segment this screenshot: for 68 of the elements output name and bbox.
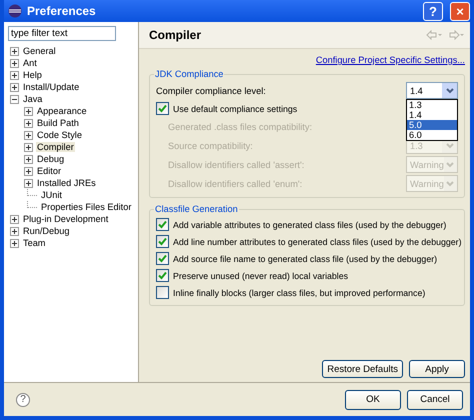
tree-item[interactable]: Help [22, 70, 43, 80]
checkbox[interactable] [156, 102, 169, 115]
tree-item[interactable]: JUnit [40, 190, 63, 200]
expand-icon[interactable] [10, 58, 19, 68]
expand-icon[interactable] [24, 178, 33, 188]
tree-item[interactable]: Run/Debug [22, 226, 70, 236]
apply-button[interactable]: Apply [409, 360, 465, 378]
expand-icon[interactable] [10, 238, 19, 248]
checkbox-label[interactable]: Add line number attributes to generated class files (used by the debugger) [173, 236, 462, 246]
help-button[interactable]: ? [423, 2, 443, 20]
tree-item[interactable]: Debug [36, 154, 66, 164]
field-label: Disallow identifiers called 'enum': [167, 178, 302, 188]
dropdown-option[interactable]: 6.0 [407, 130, 457, 140]
dropdown[interactable]: 1.4 [406, 82, 458, 99]
field-label: Source compatibility: [167, 140, 253, 150]
expand-icon[interactable] [10, 70, 19, 80]
expand-icon[interactable] [24, 106, 33, 116]
dropdown-option[interactable]: 1.4 [407, 110, 457, 120]
field-label: Generated .class files compatibility: [167, 122, 312, 132]
expand-icon[interactable] [10, 214, 19, 224]
expand-icon[interactable] [24, 154, 33, 164]
tree-item[interactable]: Plug-in Development [22, 214, 110, 224]
restore-defaults-button[interactable]: Restore Defaults [322, 360, 403, 378]
checkbox-label[interactable]: Add source file name to generated class file (used by the debugger) [173, 254, 438, 264]
cancel-button[interactable]: Cancel [407, 390, 463, 410]
tree-item[interactable]: Code Style [36, 130, 83, 140]
tree-item[interactable]: Team [22, 238, 46, 248]
tree-item[interactable]: Properties Files Editor [40, 202, 132, 212]
checkbox-label[interactable]: Add variable attributes to generated class files (used by the debugger) [173, 220, 446, 230]
tree-item[interactable]: Build Path [36, 118, 80, 128]
configure-link[interactable]: Configure Project Specific Settings... [316, 55, 465, 65]
close-button[interactable]: × [450, 2, 470, 20]
ok-button[interactable]: OK [345, 390, 401, 410]
filter-field[interactable]: type filter text [8, 26, 116, 41]
app-icon [8, 4, 22, 18]
checkbox[interactable] [156, 286, 169, 299]
expand-icon[interactable] [10, 46, 19, 56]
expand-icon[interactable] [24, 130, 33, 140]
checkbox-label[interactable]: Inline finally blocks (larger class files, but improved performance) [173, 288, 426, 298]
expand-icon[interactable] [10, 226, 19, 236]
tree-item[interactable]: Ant [22, 58, 38, 68]
dropdown-option[interactable]: 1.3 [407, 100, 457, 110]
window-title: Preferences [27, 4, 97, 18]
field-label: Disallow identifiers called 'assert': [167, 160, 304, 170]
checkbox[interactable] [156, 269, 169, 282]
checkbox[interactable] [156, 252, 169, 265]
checkbox[interactable] [156, 235, 169, 248]
tree-item[interactable]: Installed JREs [36, 178, 97, 188]
expand-icon[interactable] [24, 166, 33, 176]
field-label: Compiler compliance level: [156, 86, 266, 96]
tree-item[interactable]: Install/Update [22, 82, 80, 92]
expand-icon[interactable] [10, 82, 19, 92]
collapse-icon[interactable] [10, 94, 19, 104]
page-title: Compiler [149, 28, 202, 42]
tree-item[interactable]: General [22, 46, 57, 56]
tree-item[interactable]: Compiler [36, 142, 75, 152]
expand-icon[interactable] [24, 118, 33, 128]
expand-icon[interactable] [24, 142, 33, 152]
help-button[interactable]: ? [16, 392, 30, 406]
checkbox[interactable] [156, 218, 169, 231]
tree-item[interactable]: Java [22, 94, 44, 104]
checkbox-label[interactable]: Preserve unused (never read) local variables [173, 270, 348, 280]
group-title: Classfile Generation [154, 204, 239, 214]
checkbox-label[interactable]: Use default compliance settings [173, 104, 298, 114]
dropdown-option[interactable]: 5.0 [407, 120, 457, 130]
tree-item[interactable]: Editor [36, 166, 62, 176]
group-title: JDK Compliance [154, 69, 224, 79]
tree-item[interactable]: Appearance [36, 106, 88, 116]
